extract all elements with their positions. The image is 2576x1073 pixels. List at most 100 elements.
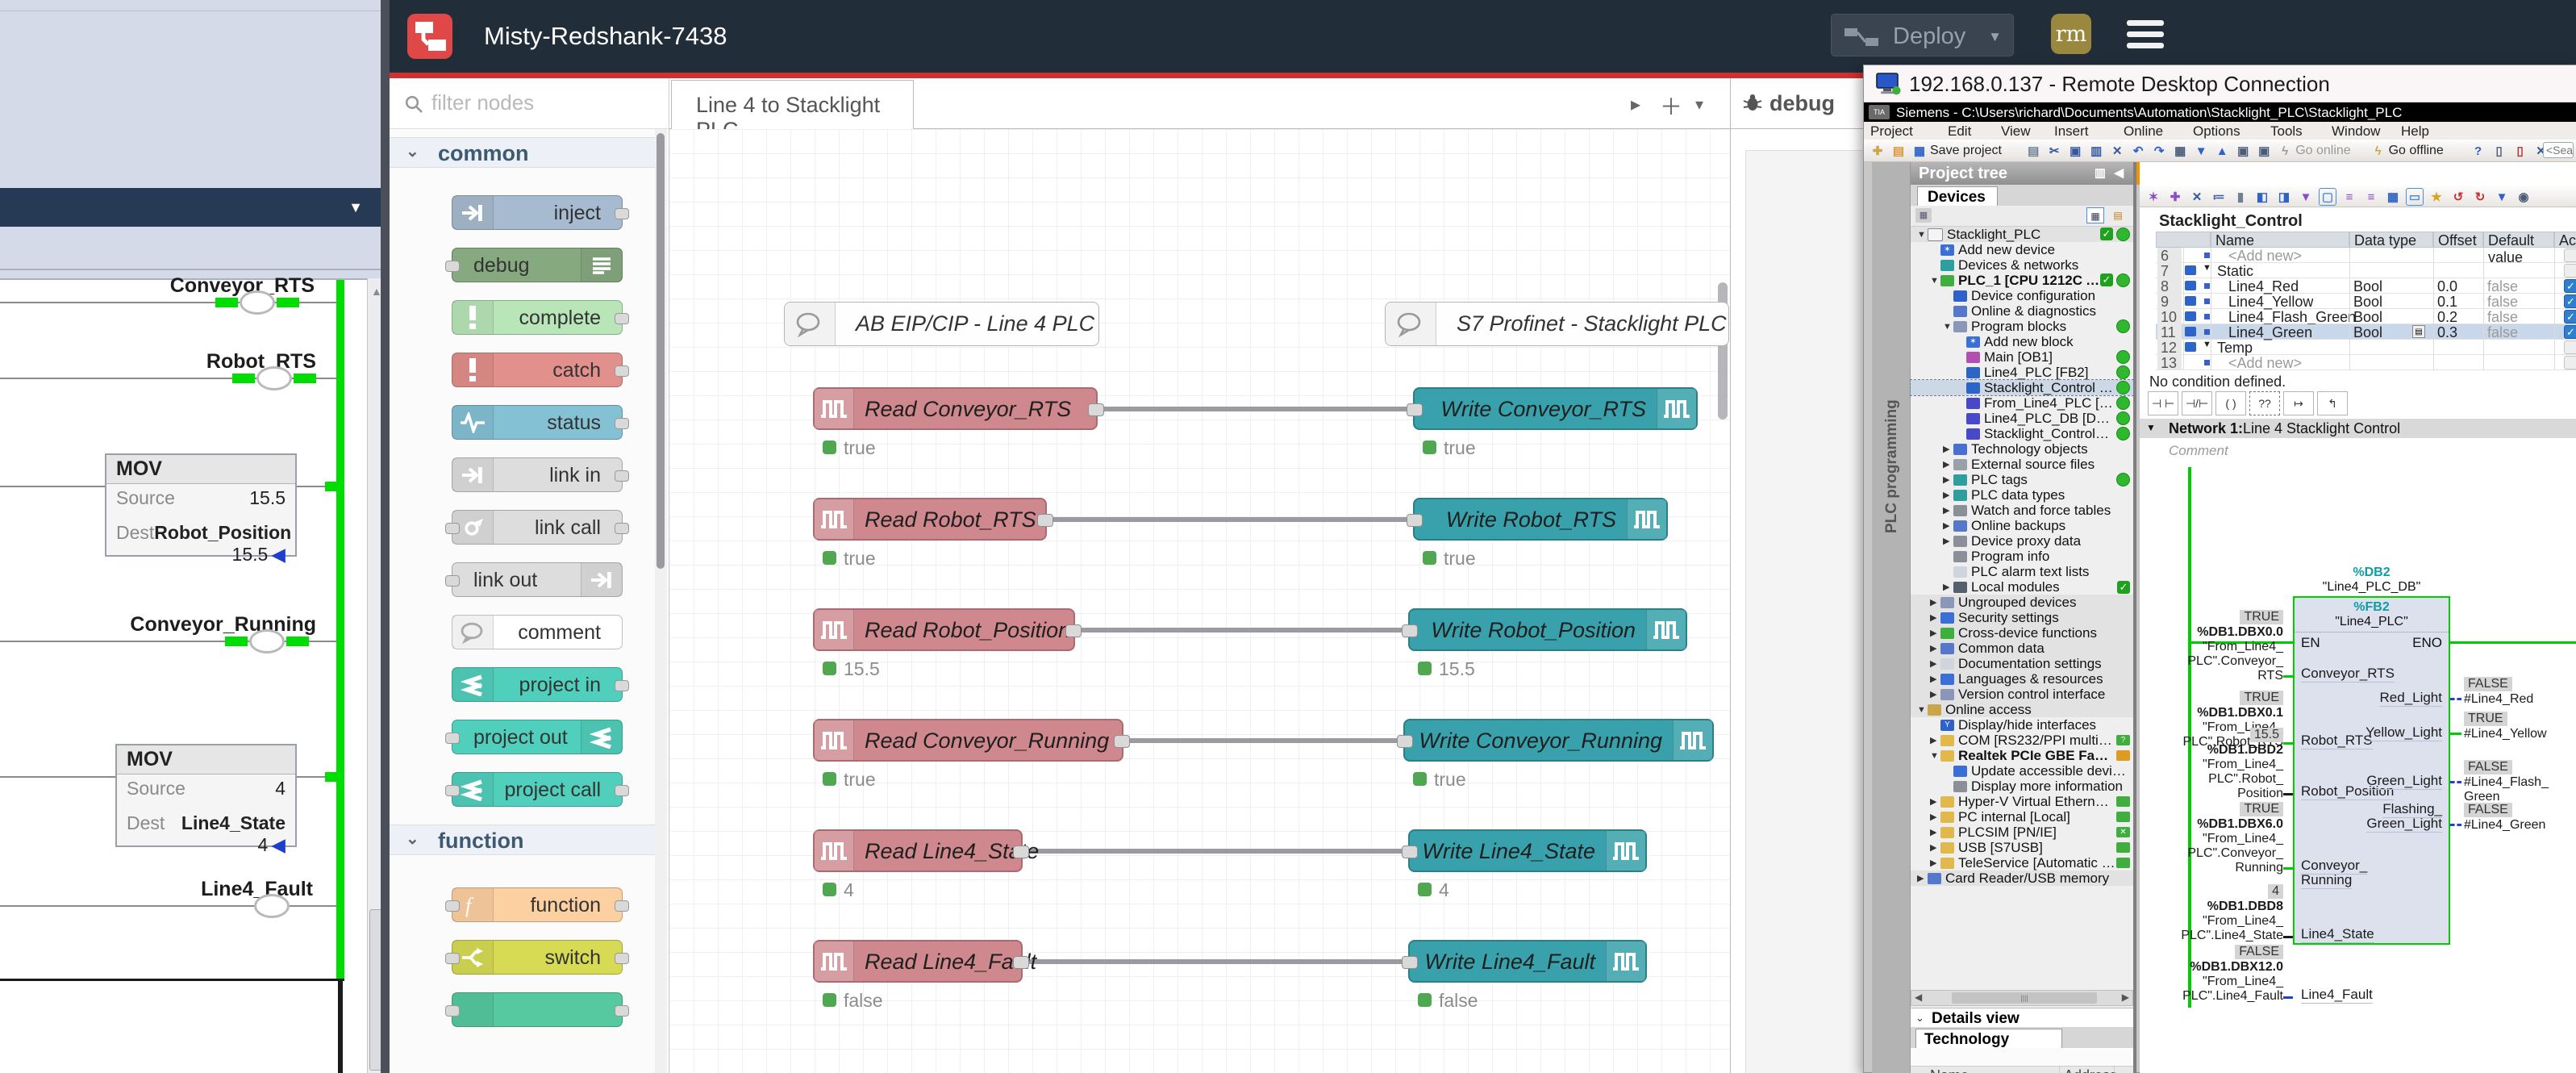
details-view-header[interactable]: ⌄ Details view bbox=[1911, 1008, 2133, 1027]
palette-scrollbar[interactable] bbox=[655, 129, 667, 1073]
node-port-out[interactable] bbox=[615, 1005, 629, 1017]
tree-expander-icon[interactable]: ▶ bbox=[1930, 628, 1940, 638]
menu-tools[interactable]: Tools bbox=[2270, 123, 2303, 140]
tab-line4-to-stacklight[interactable]: Line 4 to Stacklight PLC bbox=[671, 80, 914, 129]
accessible-checkbox[interactable] bbox=[2564, 248, 2576, 262]
column-header-Offset[interactable]: Offset bbox=[2433, 232, 2483, 248]
node-port-in[interactable] bbox=[1402, 845, 1418, 858]
favorites-icon[interactable]: ★ bbox=[2428, 188, 2445, 206]
palette-node-complete[interactable]: complete bbox=[452, 300, 623, 335]
tree-item[interactable]: ▼Online access bbox=[1911, 702, 2133, 717]
tag-table-row[interactable]: 6<Add new> bbox=[2156, 248, 2576, 263]
tree-item[interactable]: Update accessible devices bbox=[1911, 763, 2133, 779]
palette-node-switch[interactable]: switch bbox=[452, 940, 623, 975]
tree-item[interactable]: ▼PLC_1 [CPU 1212C AC/DC/Rly]✓ bbox=[1911, 273, 2133, 288]
mov-source-value[interactable]: 15.5 bbox=[249, 487, 286, 509]
cut-icon[interactable]: ✂ bbox=[2045, 142, 2063, 160]
operand-name[interactable]: "From_Line4_ bbox=[2164, 914, 2283, 929]
tree-item[interactable]: Main [OB1] bbox=[1911, 349, 2133, 365]
network-comment[interactable]: Comment bbox=[2169, 443, 2228, 459]
comment-node[interactable]: S7 Profinet - Stacklight PLC bbox=[1385, 302, 1729, 346]
stop-runtime-icon[interactable]: ▯ bbox=[2511, 142, 2529, 160]
menu-options[interactable]: Options bbox=[2193, 123, 2240, 140]
go-online-icon-label[interactable]: Go online bbox=[2295, 144, 2351, 158]
tab-technology-objects[interactable]: Technology objects bbox=[1915, 1029, 2062, 1048]
output-coil[interactable] bbox=[249, 629, 285, 653]
tree-expander-icon[interactable]: ▶ bbox=[1930, 842, 1940, 853]
save-project-icon-label[interactable]: Save project bbox=[1930, 144, 2002, 158]
keep-actual-icon[interactable]: ▮ bbox=[2232, 188, 2249, 206]
tia-titlebar[interactable]: TIA Siemens - C:\Users\richard\Documents… bbox=[1864, 102, 2576, 122]
redo-icon[interactable]: ↷ bbox=[2150, 142, 2168, 160]
tree-item[interactable]: Line4_PLC [FB2] bbox=[1911, 365, 2133, 380]
column-header-Name[interactable]: Name bbox=[2211, 232, 2349, 248]
add-row-icon[interactable]: ✚ bbox=[2166, 188, 2184, 206]
tree-item[interactable]: Display more information bbox=[1911, 779, 2133, 794]
tree-item[interactable]: ▶Device proxy data bbox=[1911, 533, 2133, 549]
menu-edit[interactable]: Edit bbox=[1948, 123, 1971, 140]
tag-table-row[interactable]: 9Line4_YellowBool0.1false✓ bbox=[2156, 294, 2576, 309]
chevron-down-icon[interactable]: ▼ bbox=[348, 199, 363, 216]
undo-icon[interactable]: ↶ bbox=[2129, 142, 2147, 160]
operand-name[interactable]: PLC".Line4_State bbox=[2164, 929, 2283, 943]
node-port-in[interactable] bbox=[1397, 735, 1413, 748]
operand-name[interactable]: Running bbox=[2164, 861, 2283, 875]
save-project-icon[interactable]: ▦ bbox=[1911, 142, 1928, 160]
paste-icon[interactable]: ▥ bbox=[2087, 142, 2105, 160]
tag-table-row[interactable]: 13<Add new> bbox=[2156, 355, 2576, 370]
palette-category-function[interactable]: ⌄function bbox=[390, 825, 656, 855]
tree-item[interactable]: Line4_PLC_DB [DB2] bbox=[1911, 411, 2133, 426]
node-port-out[interactable] bbox=[1013, 845, 1029, 858]
palette-node-link call[interactable]: link call bbox=[452, 510, 623, 545]
palette-node-link in[interactable]: link in bbox=[452, 457, 623, 492]
operand-name[interactable]: Position bbox=[2164, 787, 2283, 801]
deploy-dropdown-icon[interactable]: ▼ bbox=[1988, 29, 2002, 45]
node-port-out[interactable] bbox=[615, 680, 629, 691]
output-coil[interactable] bbox=[256, 366, 292, 390]
go-offline-icon[interactable]: ϟ bbox=[2370, 142, 2387, 160]
palette-scroll-thumb[interactable] bbox=[657, 133, 665, 569]
tree-item[interactable]: ✶Add new device bbox=[1911, 242, 2133, 257]
tree-item[interactable]: ▶Languages & resources bbox=[1911, 671, 2133, 687]
tab-scroll-icon[interactable]: ▸ bbox=[1631, 93, 1640, 116]
menu-button[interactable] bbox=[2127, 20, 2164, 48]
tree-item[interactable]: ▶External source files bbox=[1911, 457, 2133, 472]
node-port-out[interactable] bbox=[615, 523, 629, 534]
load-values-icon[interactable]: ▼ bbox=[2297, 188, 2315, 206]
operand-name[interactable]: "From_Line4_ bbox=[2164, 758, 2283, 772]
flow-node-read[interactable]: Read Conveyor_Running bbox=[813, 719, 1123, 762]
tree-expander-icon[interactable]: ▼ bbox=[1917, 230, 1928, 240]
tree-expander-icon[interactable]: ▶ bbox=[1930, 643, 1940, 653]
tree-expander-icon[interactable]: ▼ bbox=[1917, 705, 1928, 715]
go-online-icon[interactable]: ϟ bbox=[2276, 142, 2294, 160]
palette-node-status[interactable]: status bbox=[452, 405, 623, 440]
network-header[interactable]: ▼Network 1:Line 4 Stacklight Control bbox=[2140, 419, 2576, 438]
node-port-out[interactable] bbox=[615, 418, 629, 429]
tree-item[interactable]: ▶USB [S7USB] bbox=[1911, 840, 2133, 855]
accessible-checkbox[interactable]: ✓ bbox=[2564, 325, 2576, 339]
node-port-out[interactable] bbox=[615, 785, 629, 796]
palette-category-common[interactable]: ⌄common bbox=[390, 137, 656, 168]
debug-tab-label[interactable]: debug bbox=[1769, 91, 1835, 116]
absolute-operands-icon[interactable]: ▭ bbox=[2406, 188, 2424, 206]
tree-expander-icon[interactable]: ▼ bbox=[1930, 276, 1940, 286]
tree-item[interactable]: ▶Technology objects bbox=[1911, 441, 2133, 457]
flow-node-read[interactable]: Read Robot_Position bbox=[813, 608, 1075, 651]
node-port-out[interactable] bbox=[1037, 514, 1053, 527]
tree-item[interactable]: Stacklight_Control_DB [... bbox=[1911, 426, 2133, 441]
flow-node-write[interactable]: Write Line4_State bbox=[1408, 829, 1647, 872]
sort-icon[interactable]: ▤ bbox=[2109, 207, 2127, 223]
palette-node-project out[interactable]: project out bbox=[452, 720, 623, 754]
node-port-out[interactable] bbox=[1114, 735, 1130, 748]
tree-expander-icon[interactable]: ▶ bbox=[1917, 873, 1928, 883]
operand-name[interactable]: #Line4_Green bbox=[2464, 818, 2573, 833]
palette-node-project call[interactable]: project call bbox=[452, 772, 623, 807]
node-port-out[interactable] bbox=[615, 470, 629, 482]
close-branch-icon[interactable]: ↰ bbox=[2317, 391, 2348, 415]
accessible-checkbox[interactable]: ✓ bbox=[2564, 294, 2576, 308]
tag-table-row[interactable]: 8Line4_RedBool0.0false✓ bbox=[2156, 278, 2576, 294]
flow-node-write[interactable]: Write Conveyor_RTS bbox=[1413, 387, 1698, 430]
tree-expander-icon[interactable]: ▶ bbox=[1930, 735, 1940, 745]
redo-icon[interactable]: ↻ bbox=[2471, 188, 2489, 206]
tree-item[interactable]: ▶Local modules✓ bbox=[1911, 579, 2133, 595]
